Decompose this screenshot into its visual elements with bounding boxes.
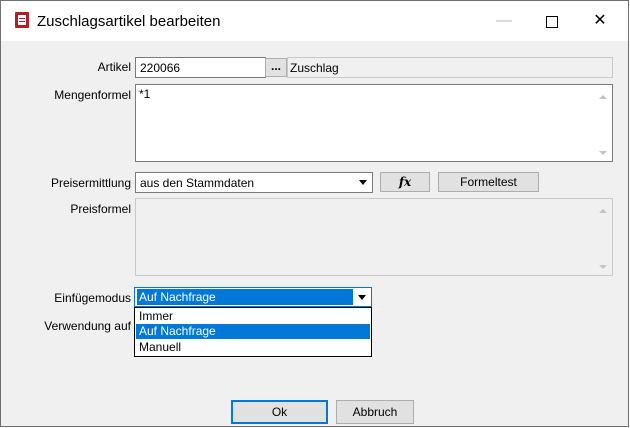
einfuegemodus-label: Einfügemodus <box>54 291 131 305</box>
scroll-down-icon <box>599 265 607 269</box>
minimize-button[interactable]: — <box>481 7 527 35</box>
window-title: Zuschlagsartikel bearbeiten <box>37 13 221 30</box>
artikel-name: Zuschlag <box>290 61 339 75</box>
artikel-value: 220066 <box>140 61 181 75</box>
document-icon <box>15 12 29 28</box>
dropdown-option-manuell[interactable]: Manuell <box>136 340 370 355</box>
chevron-down-icon <box>355 290 369 304</box>
dropdown-option-immer[interactable]: Immer <box>136 309 370 324</box>
artikel-label: Artikel <box>97 60 131 74</box>
verwendung-label: Verwendung auf <box>44 319 131 333</box>
mengenformel-value: *1 <box>139 87 151 101</box>
dialog-window: Zuschlagsartikel bearbeiten — ✕ Artikel … <box>0 0 629 427</box>
artikel-browse-button[interactable]: ... <box>265 58 287 77</box>
mengenformel-scrollbar[interactable] <box>595 85 612 161</box>
einfuegemodus-dropdown-list: Immer Auf Nachfrage Manuell <box>134 307 372 357</box>
formula-editor-button[interactable]: fx <box>380 172 430 192</box>
preisformel-label: Preisformel <box>70 202 131 216</box>
artikel-input[interactable]: 220066 <box>135 57 266 78</box>
preisformel-scrollbar[interactable] <box>595 199 612 275</box>
maximize-icon <box>546 16 558 28</box>
mengenformel-textarea[interactable]: *1 <box>135 84 613 162</box>
preisermittlung-label: Preisermittlung <box>50 176 131 190</box>
formeltest-button[interactable]: Formeltest <box>438 172 539 192</box>
scroll-up-icon <box>599 209 607 213</box>
cancel-button[interactable]: Abbruch <box>336 400 414 424</box>
preisformel-textarea[interactable] <box>135 198 613 276</box>
ok-button[interactable]: Ok <box>231 400 328 424</box>
scroll-down-icon <box>599 151 607 155</box>
einfuegemodus-select[interactable]: Auf Nachfrage <box>134 287 372 307</box>
function-icon: fx <box>398 175 412 189</box>
close-button[interactable]: ✕ <box>577 7 623 35</box>
einfuegemodus-value: Auf Nachfrage <box>137 289 353 305</box>
dropdown-option-auf-nachfrage[interactable]: Auf Nachfrage <box>136 324 370 339</box>
chevron-down-icon <box>356 175 370 189</box>
preisermittlung-select[interactable]: aus den Stammdaten <box>135 172 373 193</box>
mengenformel-label: Mengenformel <box>54 88 131 102</box>
scroll-up-icon <box>599 95 607 99</box>
preisermittlung-value: aus den Stammdaten <box>140 176 255 190</box>
title-bar[interactable]: Zuschlagsartikel bearbeiten — ✕ <box>1 1 628 41</box>
artikel-name-field: Zuschlag <box>287 57 613 78</box>
maximize-button[interactable] <box>529 7 575 35</box>
